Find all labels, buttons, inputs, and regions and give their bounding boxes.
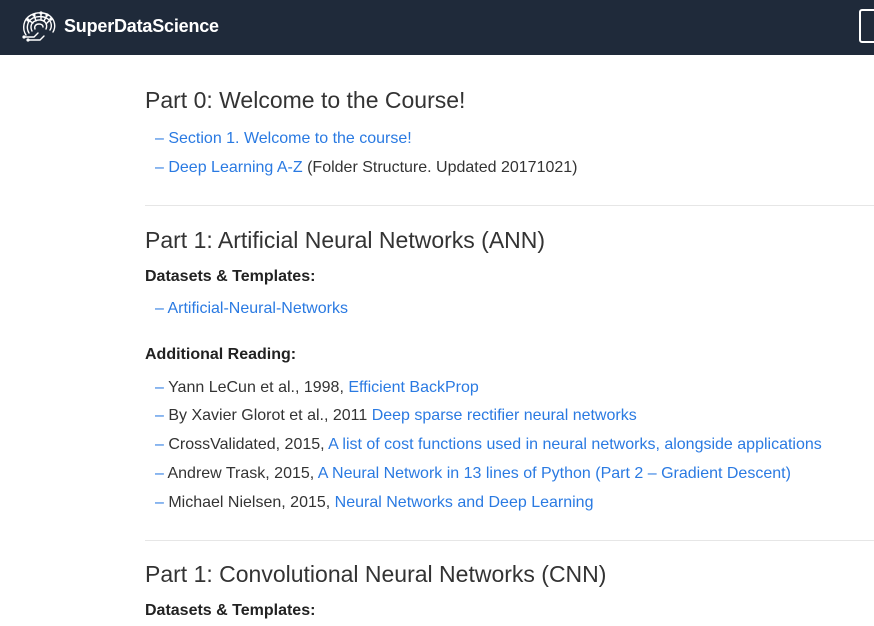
reading-author: Yann LeCun et al., 1998, (168, 379, 349, 396)
link-deep-learning-az[interactable]: Deep Learning A-Z (168, 159, 302, 176)
reading-author: By Xavier Glorot et al., 2011 (168, 407, 372, 424)
datasets-heading-ann: Datasets & Templates: (145, 268, 316, 285)
folder-structure-note: (Folder Structure. Updated 20171021) (302, 159, 578, 176)
link-neural-networks-deep-learning[interactable]: Neural Networks and Deep Learning (335, 494, 594, 511)
brand-name: SuperDataScience (64, 15, 219, 36)
list-item: – Andrew Trask, 2015, A Neural Network i… (155, 463, 791, 485)
list-item: – CrossValidated, 2015, A list of cost f… (155, 434, 822, 456)
brand-logo-link[interactable]: SuperDataScience (20, 9, 219, 43)
list-dash: – (155, 494, 169, 511)
link-deep-sparse-rectifier[interactable]: Deep sparse rectifier neural networks (372, 407, 637, 424)
link-cost-functions-list[interactable]: A list of cost functions used in neural … (328, 436, 822, 453)
section-divider (145, 540, 874, 541)
link-artificial-neural-networks[interactable]: Artificial-Neural-Networks (167, 300, 347, 317)
list-item: – Deep Learning A-Z (Folder Structure. U… (155, 157, 577, 179)
section-title-ann: Part 1: Artificial Neural Networks (ANN) (145, 227, 546, 253)
reading-author: Michael Nielsen, 2015, (168, 494, 335, 511)
reading-author: Andrew Trask, 2015, (167, 465, 318, 482)
header-menu-button[interactable] (859, 9, 874, 43)
list-item: – Michael Nielsen, 2015, Neural Networks… (155, 492, 593, 514)
list-dash: – (155, 159, 169, 176)
reading-author: CrossValidated, 2015, (168, 436, 329, 453)
list-item: – Section 1. Welcome to the course! (155, 128, 412, 150)
list-item: – By Xavier Glorot et al., 2011 Deep spa… (155, 405, 637, 427)
list-dash: – (155, 436, 169, 453)
section-title-cnn: Part 1: Convolutional Neural Networks (C… (145, 561, 607, 587)
list-item: – Yann LeCun et al., 1998, Efficient Bac… (155, 377, 479, 399)
list-item: – Artificial-Neural-Networks (155, 298, 348, 320)
brain-logo-icon (22, 11, 56, 42)
list-dash: – (155, 379, 169, 396)
datasets-heading-cnn: Datasets & Templates: (145, 602, 316, 619)
link-neural-network-13-lines[interactable]: A Neural Network in 13 lines of Python (… (318, 465, 791, 482)
site-header: SuperDataScience (0, 0, 874, 55)
list-dash: – (155, 465, 168, 482)
section-divider (145, 205, 874, 206)
list-dash: – (155, 130, 169, 147)
section-title-part0: Part 0: Welcome to the Course! (145, 87, 466, 113)
list-dash: – (155, 407, 169, 424)
list-dash: – (155, 300, 168, 317)
reading-heading-ann: Additional Reading: (145, 346, 297, 363)
link-efficient-backprop[interactable]: Efficient BackProp (348, 379, 478, 396)
link-section-1-welcome[interactable]: Section 1. Welcome to the course! (168, 130, 411, 147)
